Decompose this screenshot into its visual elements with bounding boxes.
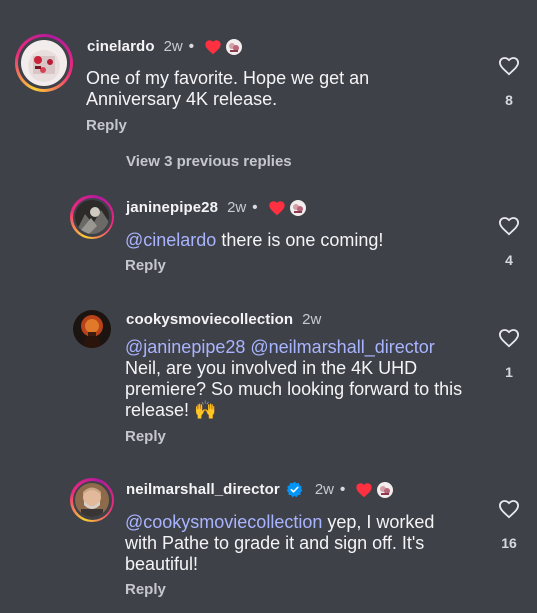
like-count: 4 xyxy=(505,252,513,268)
creator-avatar-icon xyxy=(226,38,243,55)
timestamp: 2w xyxy=(302,311,322,328)
view-previous-replies-button[interactable]: View 3 previous replies xyxy=(126,153,292,170)
like-count: 1 xyxy=(505,364,513,380)
like-control: 1 xyxy=(497,328,521,380)
avatar-image xyxy=(21,40,67,86)
reply-button[interactable]: Reply xyxy=(125,428,166,445)
like-control: 4 xyxy=(497,216,521,268)
avatar-neilmarshall-director[interactable] xyxy=(70,478,114,522)
heart-outline-icon[interactable] xyxy=(498,328,520,353)
avatar-janinepipe28[interactable] xyxy=(70,195,114,239)
avatar-image xyxy=(75,483,109,517)
reply-button[interactable]: Reply xyxy=(86,117,127,134)
reply-button[interactable]: Reply xyxy=(125,257,166,274)
comment-text: @cookysmoviecollection yep, I worked wit… xyxy=(125,512,465,575)
heart-outline-icon[interactable] xyxy=(498,216,520,241)
creator-heart-icon xyxy=(204,39,222,55)
creator-heart-icon xyxy=(268,200,286,216)
timestamp: 2w xyxy=(314,481,335,498)
avatar-cinelardo[interactable] xyxy=(15,34,73,92)
comment-text: @cinelardo there is one coming! xyxy=(125,230,455,251)
like-control: 16 xyxy=(497,499,521,551)
comment-text-content: there is one coming! xyxy=(216,230,384,250)
mention-link[interactable]: @janinepipe28 xyxy=(125,337,245,357)
comment-text: @janinepipe28 @neilmarshall_director Nei… xyxy=(125,337,465,421)
timestamp: 2w xyxy=(163,38,183,55)
username[interactable]: neilmarshall_director xyxy=(126,481,280,498)
creator-heart-icon xyxy=(355,482,373,498)
username[interactable]: janinepipe28 xyxy=(126,199,218,216)
comment-text: One of my favorite. Hope we get an Anniv… xyxy=(86,68,370,109)
separator-dot: • xyxy=(340,481,346,498)
verified-badge-icon xyxy=(286,481,303,498)
creator-avatar-icon xyxy=(377,481,394,498)
mention-link[interactable]: @neilmarshall_director xyxy=(250,337,434,357)
reply-button[interactable]: Reply xyxy=(125,581,166,598)
like-count: 8 xyxy=(505,92,513,108)
separator-dot: • xyxy=(252,199,258,216)
heart-outline-icon[interactable] xyxy=(498,499,520,524)
timestamp: 2w xyxy=(227,199,247,216)
username[interactable]: cookysmoviecollection xyxy=(126,311,293,328)
separator-dot: • xyxy=(188,38,195,55)
mention-link[interactable]: @cookysmoviecollection xyxy=(125,512,322,532)
like-count: 16 xyxy=(501,535,517,551)
avatar-image xyxy=(75,200,109,234)
like-control: 8 xyxy=(497,56,521,108)
avatar-cookysmoviecollection[interactable] xyxy=(72,309,112,349)
heart-outline-icon[interactable] xyxy=(498,56,520,81)
comment-text-content: Neil, are you involved in the 4K UHD pre… xyxy=(125,358,463,420)
mention-link[interactable]: @cinelardo xyxy=(125,230,216,250)
avatar-image xyxy=(73,310,111,348)
creator-avatar-icon xyxy=(289,199,306,216)
username[interactable]: cinelardo xyxy=(87,38,155,55)
